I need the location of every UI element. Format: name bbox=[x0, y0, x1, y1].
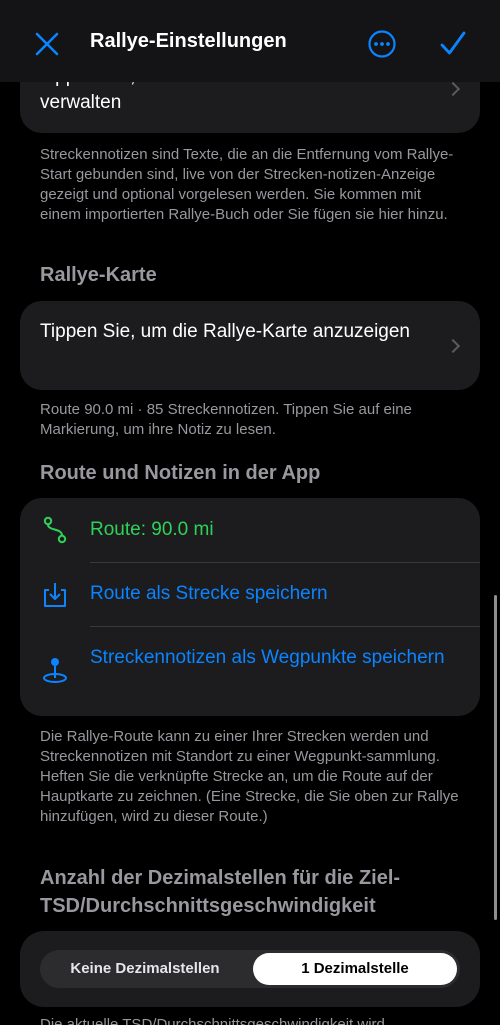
chevron-right-icon bbox=[445, 338, 461, 354]
save-waypoints-label: Streckennotizen als Wegpunkte speichern bbox=[90, 647, 445, 668]
navigation-bar: Rallye-Einstellungen bbox=[0, 0, 500, 82]
scrollbar[interactable] bbox=[494, 595, 497, 920]
ellipsis-circle-icon[interactable] bbox=[367, 29, 397, 59]
route-distance-label: Route: 90.0 mi bbox=[90, 519, 214, 540]
show-rally-map-row[interactable]: Tippen Sie, um die Rallye-Karte anzuzeig… bbox=[20, 301, 480, 390]
map-pin-icon bbox=[43, 658, 67, 683]
save-download-icon bbox=[44, 583, 66, 607]
app-section-title: Route und Notizen in der App bbox=[40, 462, 321, 484]
route-distance-row: Route: 90.0 mi bbox=[20, 498, 480, 562]
chevron-right-icon bbox=[445, 81, 461, 97]
decimal-footnote: Die aktuelle TSD/Durchschnittsgeschwindi… bbox=[40, 1016, 385, 1025]
show-rally-map-label: Tippen Sie, um die Rallye-Karte anzuzeig… bbox=[40, 321, 410, 342]
notes-footnote: Streckennotizen sind Texte, die an die E… bbox=[40, 146, 454, 223]
save-route-as-track-button[interactable]: Route als Strecke speichern bbox=[20, 563, 480, 627]
decimal-section-title: Anzahl der Dezimalstellen für die Ziel-T… bbox=[40, 867, 401, 917]
route-icon bbox=[43, 516, 67, 544]
map-footnote: Route 90.0 mi · 85 Streckennotizen. Tipp… bbox=[40, 401, 412, 438]
checkmark-icon[interactable] bbox=[438, 29, 468, 59]
segment-one-decimal[interactable]: 1 Dezimalstelle bbox=[253, 953, 457, 985]
page-title: Rallye-Einstellungen bbox=[90, 30, 287, 52]
manage-notes-label-line2: verwalten bbox=[40, 92, 122, 113]
settings-scroll-content[interactable]: Tippen Sie, um Streckennotizen zu verwal… bbox=[0, 0, 500, 1025]
decimal-places-card: Keine Dezimalstellen 1 Dezimalstelle bbox=[20, 931, 480, 1007]
segment-no-decimals[interactable]: Keine Dezimalstellen bbox=[40, 950, 250, 988]
close-icon[interactable] bbox=[34, 31, 60, 57]
app-footnote: Die Rallye-Route kann zu einer Ihrer Str… bbox=[40, 728, 459, 825]
save-route-label: Route als Strecke speichern bbox=[90, 583, 328, 604]
save-notes-as-waypoints-button[interactable]: Streckennotizen als Wegpunkte speichern bbox=[20, 627, 480, 716]
decimal-places-segmented-control: Keine Dezimalstellen 1 Dezimalstelle bbox=[40, 950, 460, 988]
map-section-title: Rallye-Karte bbox=[40, 264, 157, 286]
app-actions-card: Route: 90.0 mi Route als Strecke speiche… bbox=[20, 498, 480, 716]
